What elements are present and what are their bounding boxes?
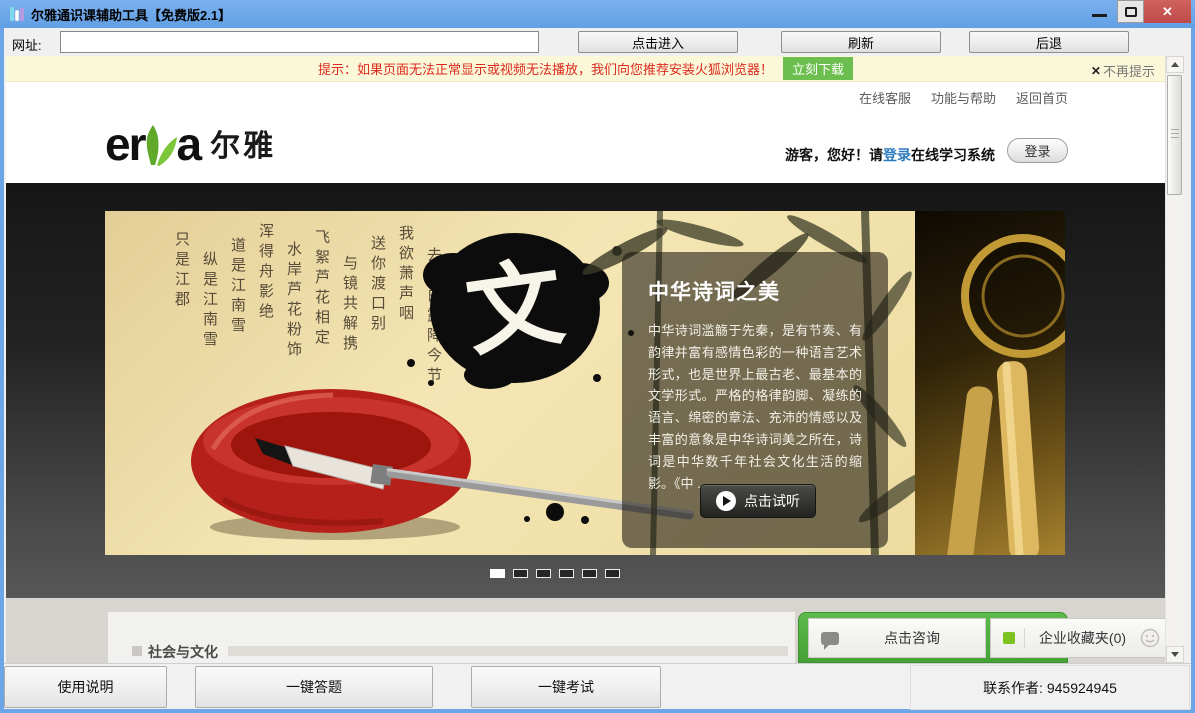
favorites-label: 企业收藏夹(0) <box>1025 628 1140 648</box>
address-bar: 网址: 点击进入 刷新 后退 <box>4 28 1191 56</box>
next-slide-preview <box>915 211 1065 555</box>
minimize-icon <box>1092 14 1107 17</box>
play-icon <box>716 491 736 511</box>
category-title: 社会与文化 <box>148 642 218 662</box>
contact-author: 联系作者: 945924945 <box>910 665 1190 710</box>
grip-icon <box>1171 129 1179 140</box>
close-icon: ✕ <box>1162 4 1173 20</box>
url-input[interactable] <box>60 31 539 53</box>
smiley-icon <box>1140 628 1160 648</box>
login-link[interactable]: 登录 <box>883 147 911 163</box>
scroll-up-button[interactable] <box>1166 56 1184 73</box>
close-button[interactable]: ✕ <box>1144 0 1191 23</box>
lower-section: 社会与文化 点击咨询 企业收藏夹(0) <box>6 598 1165 663</box>
logo-text-er: er <box>105 121 144 167</box>
chat-bubble-icon <box>821 632 839 645</box>
play-audio-button[interactable]: 点击试听 <box>700 484 816 518</box>
carousel-dot-6[interactable] <box>605 569 620 578</box>
nav-link-help[interactable]: 功能与帮助 <box>931 88 996 107</box>
notice-message: 提示：如果页面无法正常显示或视频无法播放，我们向您推荐安装火狐浏览器！ <box>318 59 773 78</box>
scrollbar-thumb[interactable] <box>1167 75 1182 195</box>
carousel-dot-5[interactable] <box>582 569 597 578</box>
carousel-dot-3[interactable] <box>536 569 551 578</box>
leaf-icon <box>141 119 179 167</box>
carousel-dot-2[interactable] <box>513 569 528 578</box>
nav-link-home[interactable]: 返回首页 <box>1016 88 1068 107</box>
slide-background: 去年白露降今节我欲萧声咽送你渡口别与镜共解携飞絮芦花相定水岸芦花粉饰浑得舟影绝道… <box>105 211 915 555</box>
carousel-slide[interactable]: 去年白露降今节我欲萧声咽送你渡口别与镜共解携飞絮芦花相定水岸芦花粉饰浑得舟影绝道… <box>105 211 1065 555</box>
go-button[interactable]: 点击进入 <box>578 31 738 53</box>
notice-bar: 提示：如果页面无法正常显示或视频无法播放，我们向您推荐安装火狐浏览器！ 立刻下载… <box>6 56 1165 82</box>
carousel-dot-1[interactable] <box>490 569 505 578</box>
download-firefox-button[interactable]: 立刻下载 <box>783 57 853 80</box>
refresh-button[interactable]: 刷新 <box>781 31 941 53</box>
category-card: 社会与文化 <box>108 612 795 663</box>
minimize-button[interactable] <box>1081 0 1117 23</box>
site-header: 在线客服 功能与帮助 返回首页 er a 尔雅 游客，您好！请登录在线学习系统 … <box>6 83 1165 183</box>
auto-answer-button[interactable]: 一键答题 <box>195 666 433 708</box>
close-icon: ✕ <box>1091 64 1101 78</box>
window-title: 尔雅通识课辅助工具【免费版2.1】 <box>31 5 231 24</box>
slide-title: 中华诗词之美 <box>648 276 862 306</box>
arrow-down-icon <box>1171 652 1179 657</box>
dismiss-notice[interactable]: ✕ 不再提示 <box>1091 61 1155 80</box>
logo-text-a: a <box>176 121 200 167</box>
consult-bar[interactable]: 点击咨询 <box>808 618 986 658</box>
favorites-bar[interactable]: 企业收藏夹(0) <box>990 618 1165 658</box>
status-square-icon <box>1003 632 1015 644</box>
auto-exam-button[interactable]: 一键考试 <box>471 666 661 708</box>
dismiss-label: 不再提示 <box>1103 61 1155 80</box>
maximize-button[interactable] <box>1117 0 1144 23</box>
app-window: 尔雅通识课辅助工具【免费版2.1】 ✕ 网址: 点击进入 刷新 后退 提示：如果… <box>0 0 1195 713</box>
gold-scroll-art <box>915 211 1065 555</box>
consult-label: 点击咨询 <box>839 628 985 648</box>
manual-button[interactable]: 使用说明 <box>4 666 167 708</box>
page-scrollbar[interactable] <box>1165 56 1183 663</box>
erya-logo: er a 尔雅 <box>105 115 276 167</box>
hero-carousel: 去年白露降今节我欲萧声咽送你渡口别与镜共解携飞絮芦花相定水岸芦花粉饰浑得舟影绝道… <box>6 183 1165 598</box>
greeting-text: 游客，您好！请登录在线学习系统 <box>785 145 995 165</box>
bottom-toolbar: 使用说明 一键答题 一键考试 联系作者: 945924945 <box>4 663 1191 709</box>
nav-link-customer-service[interactable]: 在线客服 <box>859 88 911 107</box>
bullet-square-icon <box>132 646 142 656</box>
ink-character: 文 <box>460 245 571 370</box>
app-icon <box>9 6 25 22</box>
divider-line <box>228 646 788 656</box>
browser-frame: 提示：如果页面无法正常显示或视频无法播放，我们向您推荐安装火狐浏览器！ 立刻下载… <box>4 56 1191 663</box>
url-label: 网址: <box>12 35 42 54</box>
logo-text-cn: 尔雅 <box>210 127 276 167</box>
carousel-dot-4[interactable] <box>559 569 574 578</box>
top-nav: 在线客服 功能与帮助 返回首页 <box>859 88 1068 107</box>
arrow-up-icon <box>1171 62 1179 67</box>
web-page: 提示：如果页面无法正常显示或视频无法播放，我们向您推荐安装火狐浏览器！ 立刻下载… <box>6 56 1165 663</box>
slide-description: 中华诗词滥觞于先秦，是有节奏、有韵律并富有感情色彩的一种语言艺术形式，也是世界上… <box>648 320 862 495</box>
carousel-dots <box>490 569 620 578</box>
login-button[interactable]: 登录 <box>1007 138 1068 163</box>
scroll-down-button[interactable] <box>1166 646 1184 663</box>
titlebar: 尔雅通识课辅助工具【免费版2.1】 ✕ <box>0 0 1195 28</box>
maximize-icon <box>1125 7 1137 17</box>
back-button[interactable]: 后退 <box>969 31 1129 53</box>
